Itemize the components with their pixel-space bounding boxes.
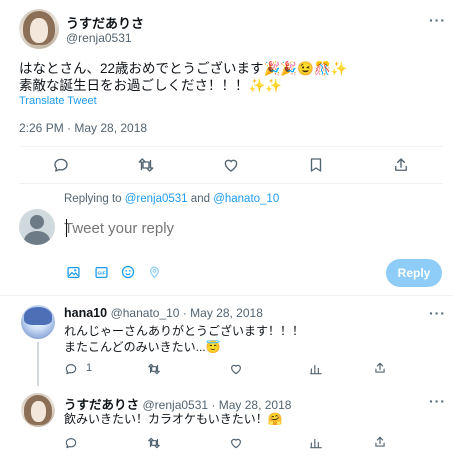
reply-author-avatar[interactable] bbox=[21, 393, 55, 427]
views-icon[interactable] bbox=[309, 362, 323, 381]
retweet-icon[interactable] bbox=[137, 156, 155, 174]
reply-icon[interactable] bbox=[64, 436, 78, 455]
like-icon[interactable] bbox=[229, 362, 243, 381]
replying-to-user-renja[interactable]: @renja0531 bbox=[125, 193, 188, 205]
text-caret bbox=[66, 219, 67, 237]
replying-to-and: and bbox=[190, 193, 210, 205]
thread-line bbox=[37, 342, 39, 386]
reply-text-line-1: 飲みいきたい！カラオケもいきたい！🤗 bbox=[64, 412, 283, 426]
views-icon[interactable] bbox=[309, 436, 323, 455]
location-icon[interactable] bbox=[148, 265, 161, 284]
more-options-icon[interactable]: ··· bbox=[429, 12, 446, 28]
gif-icon[interactable]: GIF bbox=[95, 266, 108, 284]
divider bbox=[19, 146, 443, 147]
retweet-icon[interactable] bbox=[147, 362, 161, 381]
bookmark-icon[interactable] bbox=[307, 156, 325, 174]
reply-text-line-2: またこんどのみいきたい...😇 bbox=[64, 340, 221, 354]
reply-author-name[interactable]: hana10 bbox=[64, 306, 107, 320]
more-options-icon[interactable]: ··· bbox=[429, 393, 446, 409]
tweet-text-line-2: 素敵な誕生日をお過ごしくださ！！！✨✨ bbox=[19, 78, 283, 93]
author-handle[interactable]: @renja0531 bbox=[66, 31, 132, 45]
tweet-timestamp[interactable]: 2:26 PM · May 28, 2018 bbox=[19, 121, 147, 135]
reply-button[interactable]: Reply bbox=[386, 259, 442, 287]
reply-author-handle-date[interactable]: @hanato_10 · May 28, 2018 bbox=[111, 306, 263, 320]
reply-author-handle-date[interactable]: @renja0531 · May 28, 2018 bbox=[143, 398, 292, 412]
author-display-name[interactable]: うすだありさ bbox=[66, 13, 144, 32]
replying-to-user-hanato[interactable]: @hanato_10 bbox=[213, 193, 279, 205]
author-avatar[interactable] bbox=[19, 9, 59, 49]
share-icon[interactable] bbox=[373, 361, 387, 380]
share-icon[interactable] bbox=[373, 435, 387, 454]
reply-input[interactable] bbox=[64, 220, 364, 237]
reply-author-name[interactable]: うすだありさ bbox=[64, 398, 139, 412]
reply-icon[interactable] bbox=[64, 362, 78, 381]
share-icon[interactable] bbox=[392, 156, 410, 174]
retweet-icon[interactable] bbox=[147, 436, 161, 455]
divider bbox=[19, 183, 443, 184]
reply-count: 1 bbox=[86, 362, 93, 374]
translate-tweet-link[interactable]: Translate Tweet bbox=[19, 95, 97, 107]
emoji-icon[interactable] bbox=[121, 265, 135, 284]
reply-author-avatar[interactable] bbox=[21, 305, 55, 339]
reply-text-line-1: れんじゃーさんありがとうございます！！！ bbox=[64, 324, 305, 338]
reply-header: hana10 @hanato_10 · May 28, 2018 bbox=[64, 306, 263, 320]
divider bbox=[0, 295, 453, 296]
tweet-text-line-1: はなとさん、22歳おめでとうございます🎉🎉😉🎊✨ bbox=[19, 61, 348, 76]
replying-to-prefix: Replying to bbox=[64, 193, 122, 205]
current-user-avatar[interactable] bbox=[19, 209, 55, 245]
replying-to-line: Replying to @renja0531 and @hanato_10 bbox=[64, 193, 279, 205]
like-icon[interactable] bbox=[222, 156, 240, 174]
like-icon[interactable] bbox=[229, 436, 243, 455]
more-options-icon[interactable]: ··· bbox=[429, 305, 446, 321]
image-icon[interactable] bbox=[67, 266, 80, 284]
reply-icon[interactable] bbox=[52, 156, 70, 174]
svg-text:GIF: GIF bbox=[97, 271, 105, 277]
